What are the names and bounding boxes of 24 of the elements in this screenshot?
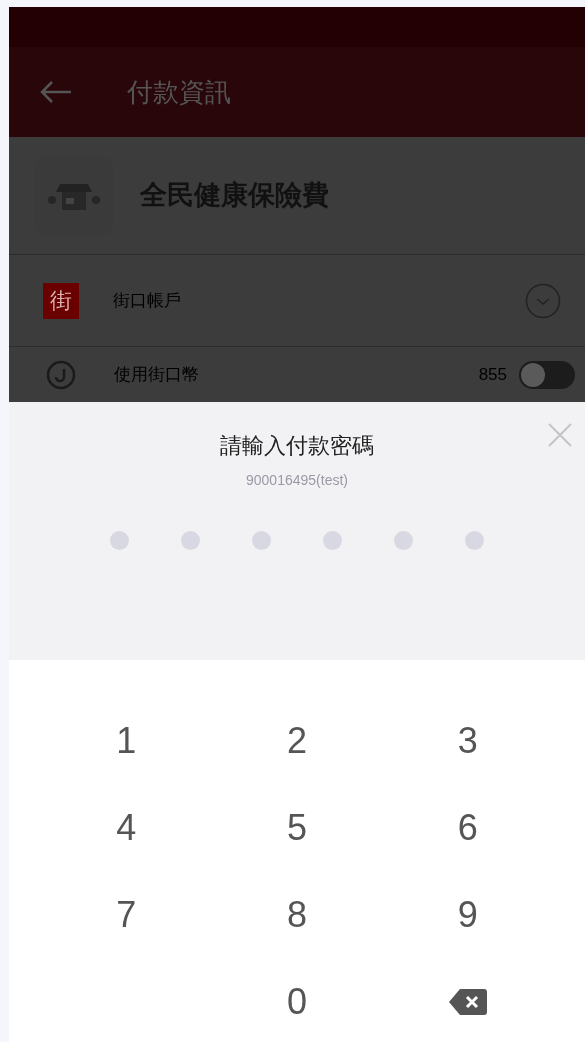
payment-method-label: 街口帳戶 <box>113 289 182 312</box>
toggle-switch[interactable] <box>519 360 575 389</box>
close-icon[interactable] <box>547 422 573 448</box>
wallet-badge: 街 <box>43 282 79 319</box>
keypad-key[interactable]: 2 <box>252 710 342 771</box>
account-number: 900016495(test) <box>246 471 348 490</box>
keypad-key[interactable]: 4 <box>81 797 172 858</box>
back-icon[interactable] <box>39 80 73 104</box>
keypad-key[interactable]: 5 <box>252 797 342 858</box>
dialog-title: 請輸入付款密碼 <box>220 432 374 460</box>
keypad-key[interactable]: 8 <box>252 884 342 945</box>
keypad-key[interactable]: 7 <box>81 884 172 945</box>
keypad-key[interactable]: 3 <box>422 710 513 771</box>
keypad-key[interactable]: 0 <box>252 971 342 1032</box>
keypad-key[interactable]: 6 <box>422 797 513 858</box>
keypad-key[interactable]: 1 <box>81 710 172 771</box>
page-title: 付款資訊 <box>127 75 231 109</box>
payment-method-label: 使用街口幣 <box>114 363 200 386</box>
chevron-down-icon[interactable] <box>525 282 561 319</box>
coin-icon <box>46 359 76 390</box>
coin-balance: 855 <box>478 363 507 386</box>
keypad-key[interactable]: 9 <box>422 884 513 945</box>
backspace-icon[interactable] <box>447 987 488 1016</box>
pin-field[interactable] <box>110 531 484 550</box>
